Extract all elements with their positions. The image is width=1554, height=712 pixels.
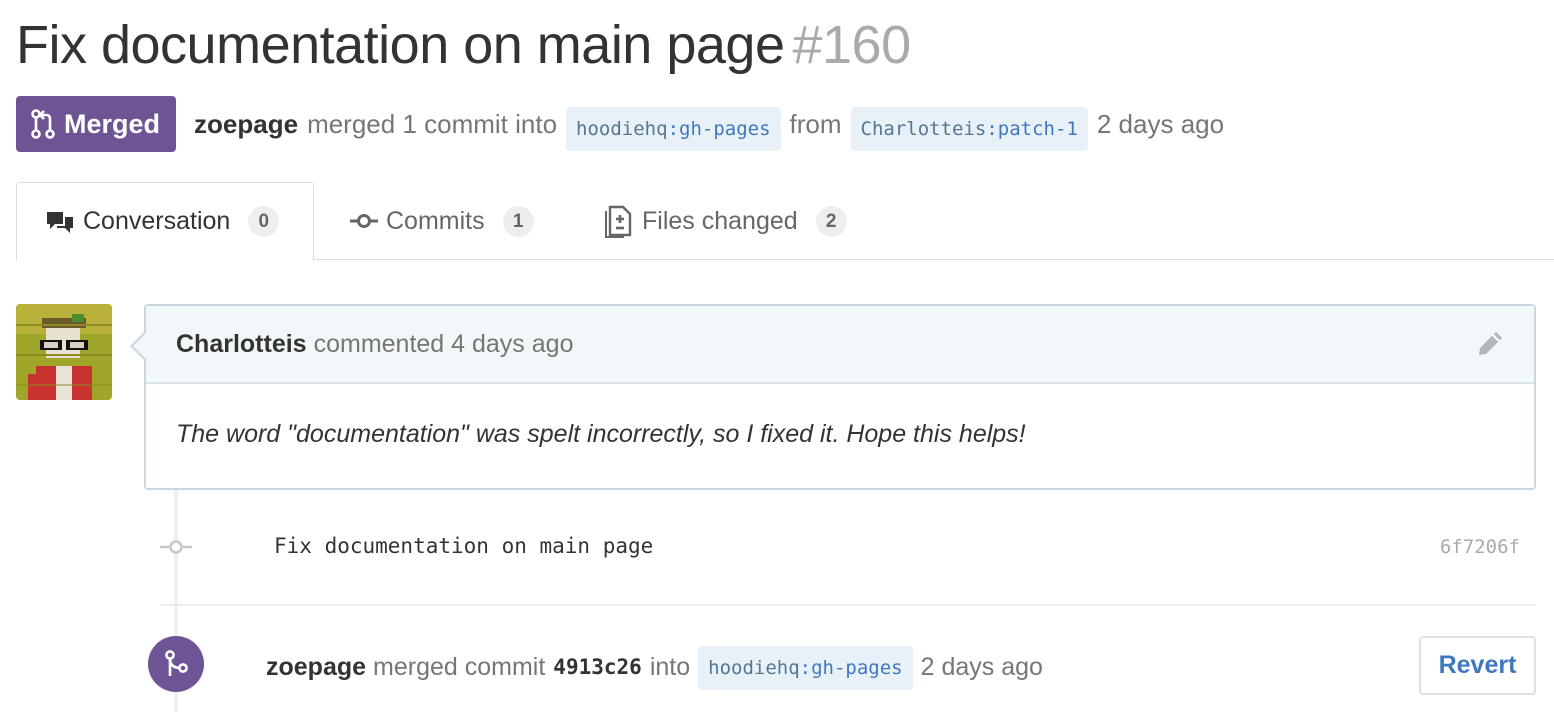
meta-time: 2 days ago [1096, 108, 1225, 139]
merge-event: zoepage merged commit 4913c26 into hoodi… [148, 636, 1536, 695]
revert-button[interactable]: Revert [1419, 636, 1536, 695]
comment-box: Charlotteis commented 4 days ago The wor… [130, 304, 1536, 490]
tab-commits-count: 1 [502, 205, 534, 237]
base-branch-name: :gh-pages [667, 118, 771, 140]
merge-base-branch-user: hoodiehq [708, 657, 800, 679]
git-commit-icon [160, 536, 192, 563]
tab-conversation[interactable]: Conversation 0 [16, 182, 314, 261]
tab-files-changed-count: 2 [815, 205, 847, 237]
commit-row: Fix documentation on main page 6f7206f [160, 522, 1536, 606]
git-merge-icon [148, 636, 204, 692]
meta-action: merged 1 commit into [307, 108, 558, 139]
pr-meta: Merged zoepage merged 1 commit into hood… [16, 96, 1224, 152]
merge-author[interactable]: zoepage [266, 653, 366, 682]
meta-from: from [789, 108, 842, 139]
tab-files-changed-label: Files changed [642, 206, 798, 235]
head-branch-name: :patch-1 [986, 118, 1078, 140]
comment-arrow-fill [133, 332, 147, 360]
merge-base-branch-ref[interactable]: hoodiehq:gh-pages [698, 646, 913, 690]
merged-state-badge: Merged [16, 96, 177, 152]
tab-conversation-label: Conversation [83, 207, 231, 235]
merge-event-text: zoepage merged commit 4913c26 into hoodi… [266, 644, 1043, 690]
comment-meta[interactable]: commented 4 days ago [314, 330, 574, 359]
git-commit-icon [350, 211, 378, 231]
tab-commits[interactable]: Commits 1 [350, 182, 534, 260]
pr-title-text: Fix documentation on main page [16, 15, 785, 75]
head-branch-ref[interactable]: Charlotteis:patch-1 [850, 107, 1088, 151]
comment-discussion-icon [45, 208, 75, 236]
pr-number: #160 [792, 15, 911, 75]
comment-header: Charlotteis commented 4 days ago [146, 306, 1534, 384]
commit-sha[interactable]: 6f7206f [1440, 536, 1520, 558]
merge-action: merged commit [373, 652, 546, 681]
avatar[interactable] [16, 304, 112, 400]
pr-title: Fix documentation on main page #160 [16, 12, 911, 78]
merge-time[interactable]: 2 days ago [921, 653, 1043, 682]
merger-username[interactable]: zoepage [194, 109, 298, 140]
git-pull-request-icon [31, 109, 55, 139]
pr-tabs: Conversation 0 Commits 1 Files changed 2 [16, 182, 1554, 261]
merge-base-branch-name: :gh-pages [799, 657, 903, 679]
merge-commit-sha[interactable]: 4913c26 [553, 655, 642, 679]
base-branch-user: hoodiehq [576, 118, 668, 140]
pencil-icon[interactable] [1476, 330, 1504, 365]
tab-files-changed[interactable]: Files changed 2 [604, 182, 847, 260]
comment-body: The word "documentation" was spelt incor… [176, 420, 1026, 448]
commit-message[interactable]: Fix documentation on main page [274, 534, 653, 558]
head-branch-user: Charlotteis [860, 118, 987, 140]
comment-author[interactable]: Charlotteis [176, 330, 307, 359]
state-label: Merged [64, 108, 161, 139]
tab-commits-label: Commits [386, 206, 485, 235]
tab-conversation-count: 0 [248, 206, 280, 237]
file-diff-icon [604, 204, 634, 238]
merge-into: into [649, 652, 691, 681]
base-branch-ref[interactable]: hoodiehq:gh-pages [566, 107, 781, 151]
